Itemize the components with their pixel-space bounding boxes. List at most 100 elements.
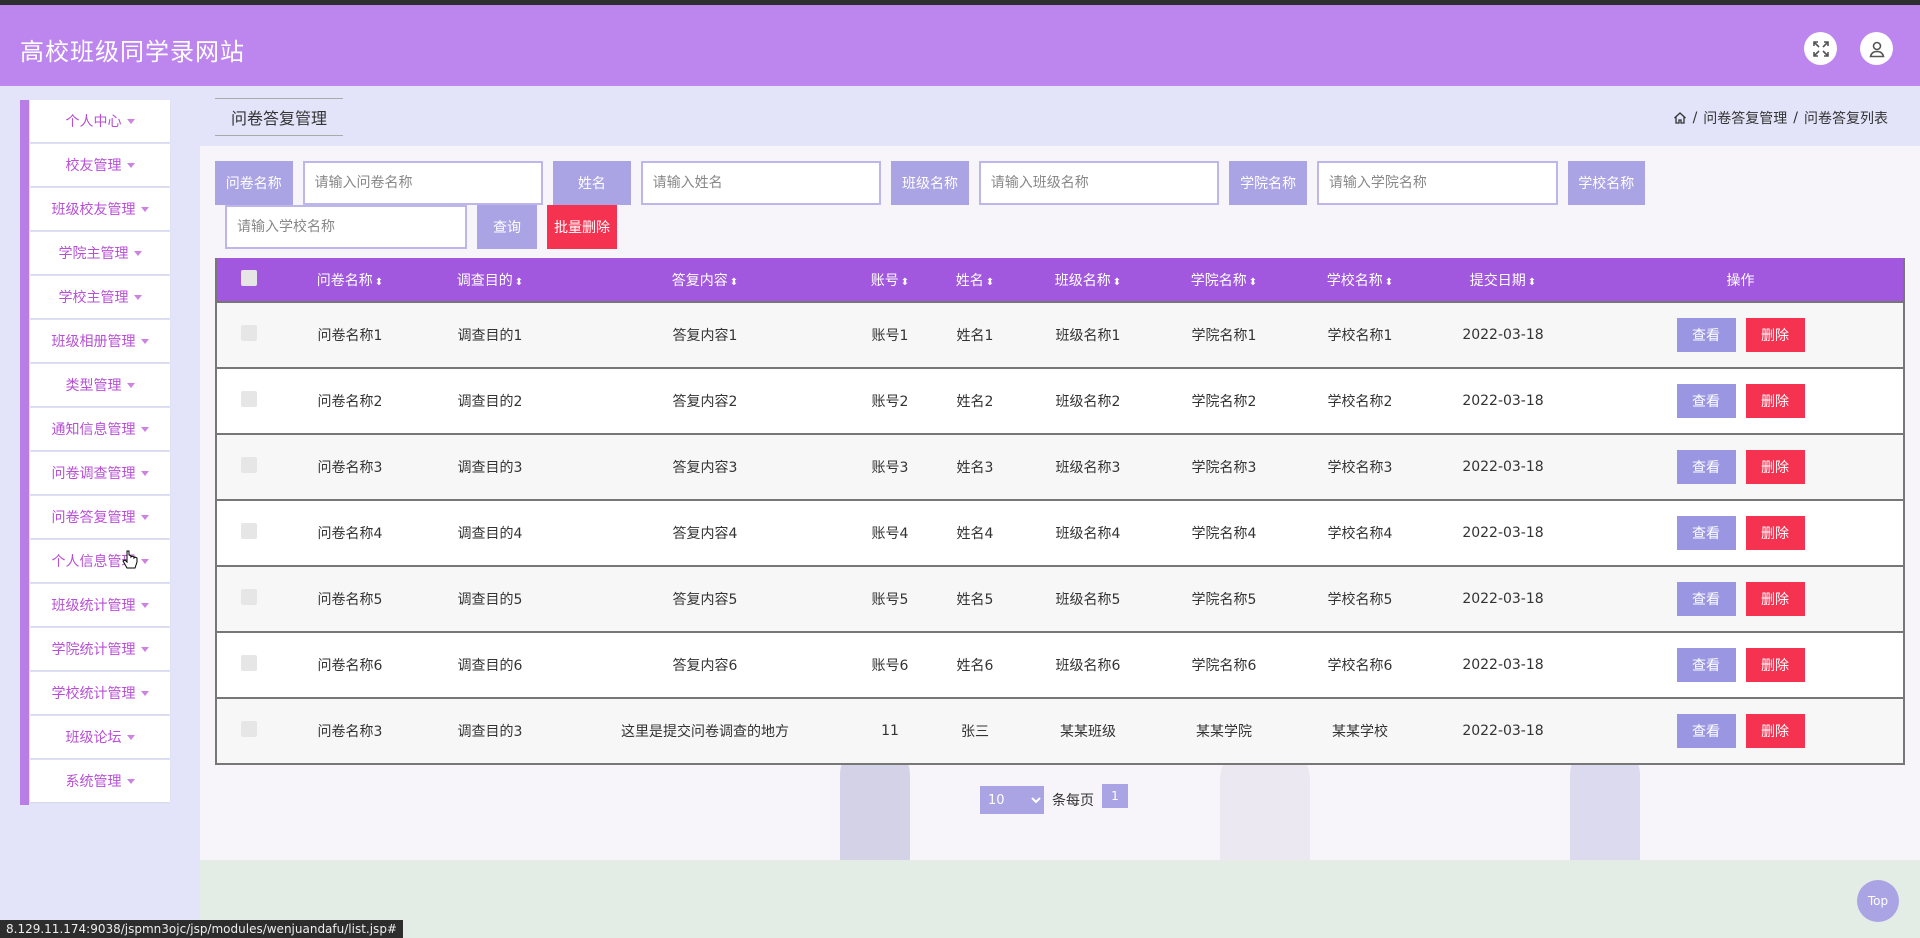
reply-table: 问卷名称 ⬍ 调查目的 ⬍ 答复内容 ⬍ 账号 ⬍ 姓名 ⬍ 班级名称 ⬍ 学院名称 ⬍ 学校… bbox=[215, 258, 1905, 765]
sidebar-item-label: 问卷调查管理 bbox=[51, 466, 136, 482]
table-cell: 账号6 bbox=[850, 631, 930, 698]
sidebar-item[interactable]: 学校统计管理 bbox=[30, 672, 170, 714]
table-cell: 学校名称4 bbox=[1292, 499, 1428, 566]
per-page-label: 条每页 bbox=[1052, 793, 1094, 809]
view-button[interactable]: 查看 bbox=[1676, 450, 1736, 484]
caret-down-icon bbox=[140, 514, 149, 520]
table-cell: 问卷名称3 bbox=[280, 697, 420, 764]
sidebar-item[interactable]: 校友管理 bbox=[30, 144, 170, 186]
col-header[interactable]: 提交日期 ⬍ bbox=[1428, 258, 1578, 302]
page-size-select[interactable]: 10 bbox=[980, 786, 1044, 814]
col-header[interactable]: 学校名称 ⬍ bbox=[1292, 258, 1428, 302]
sidebar-item[interactable]: 学院主管理 bbox=[30, 232, 170, 274]
col-header[interactable]: 姓名 ⬍ bbox=[930, 258, 1020, 302]
delete-button[interactable]: 删除 bbox=[1745, 450, 1805, 484]
table-cell: 姓名4 bbox=[930, 499, 1020, 566]
col-header[interactable]: 调查目的 ⬍ bbox=[420, 258, 560, 302]
sidebar-item[interactable]: 班级相册管理 bbox=[30, 320, 170, 362]
table-cell: 账号2 bbox=[850, 367, 930, 434]
delete-button[interactable]: 删除 bbox=[1745, 384, 1805, 418]
sidebar-item[interactable]: 个人中心 bbox=[30, 100, 170, 142]
page-number-current[interactable]: 1 bbox=[1102, 784, 1128, 808]
sidebar-item[interactable]: 班级论坛 bbox=[30, 716, 170, 758]
table-cell: 学校名称3 bbox=[1292, 433, 1428, 500]
search-label-name: 姓名 bbox=[553, 161, 631, 205]
table-cell: 账号1 bbox=[850, 301, 930, 368]
home-icon[interactable] bbox=[1673, 111, 1687, 125]
main-area: 问卷答复管理 / 问卷答复管理 / 问卷答复列表 问卷名称 姓名 班级名称 学院… bbox=[200, 86, 1920, 938]
sort-icon: ⬍ bbox=[900, 276, 910, 288]
row-checkbox[interactable] bbox=[240, 589, 257, 605]
sidebar-item[interactable]: 个人信息管理 bbox=[30, 540, 170, 582]
sidebar-item[interactable]: 系统管理 bbox=[30, 760, 170, 802]
actions-cell: 查看 删除 bbox=[1578, 499, 1904, 566]
back-to-top-button[interactable]: Top bbox=[1857, 880, 1899, 922]
view-button[interactable]: 查看 bbox=[1676, 318, 1736, 352]
col-header[interactable]: 问卷名称 ⬍ bbox=[280, 258, 420, 302]
sort-icon: ⬍ bbox=[514, 276, 524, 288]
col-header[interactable]: 答复内容 ⬍ bbox=[560, 258, 850, 302]
bulk-delete-button[interactable]: 批量删除 bbox=[547, 205, 617, 249]
name-input[interactable] bbox=[640, 161, 882, 205]
sort-icon: ⬍ bbox=[1384, 276, 1394, 288]
table-cell: 账号3 bbox=[850, 433, 930, 500]
col-header[interactable]: 学院名称 ⬍ bbox=[1156, 258, 1292, 302]
breadcrumb-item-manage[interactable]: 问卷答复管理 bbox=[1703, 108, 1787, 128]
fullscreen-button[interactable] bbox=[1804, 32, 1837, 65]
table-cell: 问卷名称3 bbox=[280, 433, 420, 500]
col-header[interactable]: 班级名称 ⬍ bbox=[1020, 258, 1156, 302]
row-checkbox[interactable] bbox=[240, 391, 257, 407]
user-button[interactable] bbox=[1860, 32, 1893, 65]
table-cell: 班级名称5 bbox=[1020, 565, 1156, 632]
delete-button[interactable]: 删除 bbox=[1745, 318, 1805, 352]
sidebar-item[interactable]: 班级统计管理 bbox=[30, 584, 170, 626]
sidebar-item[interactable]: 学校主管理 bbox=[30, 276, 170, 318]
caret-down-icon bbox=[140, 470, 149, 476]
search-label-questionnaire-name: 问卷名称 bbox=[215, 161, 293, 205]
view-button[interactable]: 查看 bbox=[1676, 714, 1736, 748]
table-cell: 学院名称3 bbox=[1156, 433, 1292, 500]
sidebar-item-label: 班级校友管理 bbox=[51, 202, 136, 218]
pagination: 10 条每页 1 bbox=[980, 784, 1128, 814]
sidebar-item[interactable]: 通知信息管理 bbox=[30, 408, 170, 450]
search-label-class-name: 班级名称 bbox=[891, 161, 969, 205]
sidebar-item[interactable]: 类型管理 bbox=[30, 364, 170, 406]
sidebar-item[interactable]: 班级校友管理 bbox=[30, 188, 170, 230]
table-cell: 学校名称6 bbox=[1292, 631, 1428, 698]
row-checkbox[interactable] bbox=[240, 721, 257, 737]
sidebar-item-label: 班级相册管理 bbox=[51, 334, 136, 350]
table-cell: 班级名称4 bbox=[1020, 499, 1156, 566]
questionnaire-name-input[interactable] bbox=[302, 161, 544, 205]
school-name-input[interactable] bbox=[225, 205, 467, 249]
delete-button[interactable]: 删除 bbox=[1745, 516, 1805, 550]
row-checkbox[interactable] bbox=[240, 325, 257, 341]
view-button[interactable]: 查看 bbox=[1676, 648, 1736, 682]
breadcrumb: / 问卷答复管理 / 问卷答复列表 bbox=[1673, 108, 1888, 128]
delete-button[interactable]: 删除 bbox=[1745, 648, 1805, 682]
table-cell: 调查目的3 bbox=[420, 433, 560, 500]
query-button[interactable]: 查询 bbox=[477, 205, 537, 249]
row-checkbox[interactable] bbox=[240, 523, 257, 539]
table-cell: 答复内容4 bbox=[560, 499, 850, 566]
table-cell: 问卷名称5 bbox=[280, 565, 420, 632]
college-name-input[interactable] bbox=[1316, 161, 1558, 205]
table-header-row: 问卷名称 ⬍ 调查目的 ⬍ 答复内容 ⬍ 账号 ⬍ 姓名 ⬍ 班级名称 ⬍ 学院名称 ⬍ 学校… bbox=[216, 258, 1904, 302]
view-button[interactable]: 查看 bbox=[1676, 516, 1736, 550]
select-all-checkbox[interactable] bbox=[240, 269, 257, 286]
sidebar-item[interactable]: 问卷答复管理 bbox=[30, 496, 170, 538]
table-cell: 班级名称6 bbox=[1020, 631, 1156, 698]
search-form: 问卷名称 姓名 班级名称 学院名称 学校名称 查询 批量删除 bbox=[215, 161, 1655, 249]
row-checkbox[interactable] bbox=[240, 655, 257, 671]
view-button[interactable]: 查看 bbox=[1676, 582, 1736, 616]
delete-button[interactable]: 删除 bbox=[1745, 714, 1805, 748]
row-checkbox[interactable] bbox=[240, 457, 257, 473]
actions-cell: 查看 删除 bbox=[1578, 301, 1904, 368]
col-header[interactable]: 账号 ⬍ bbox=[850, 258, 930, 302]
table-cell: 账号4 bbox=[850, 499, 930, 566]
sidebar-item[interactable]: 问卷调查管理 bbox=[30, 452, 170, 494]
delete-button[interactable]: 删除 bbox=[1745, 582, 1805, 616]
table-row: 问卷名称3 调查目的3 这里是提交问卷调查的地方 11 张三 某某班级 某某学院 某某学校 20… bbox=[216, 697, 1904, 764]
sidebar-item[interactable]: 学院统计管理 bbox=[30, 628, 170, 670]
view-button[interactable]: 查看 bbox=[1676, 384, 1736, 418]
class-name-input[interactable] bbox=[978, 161, 1220, 205]
